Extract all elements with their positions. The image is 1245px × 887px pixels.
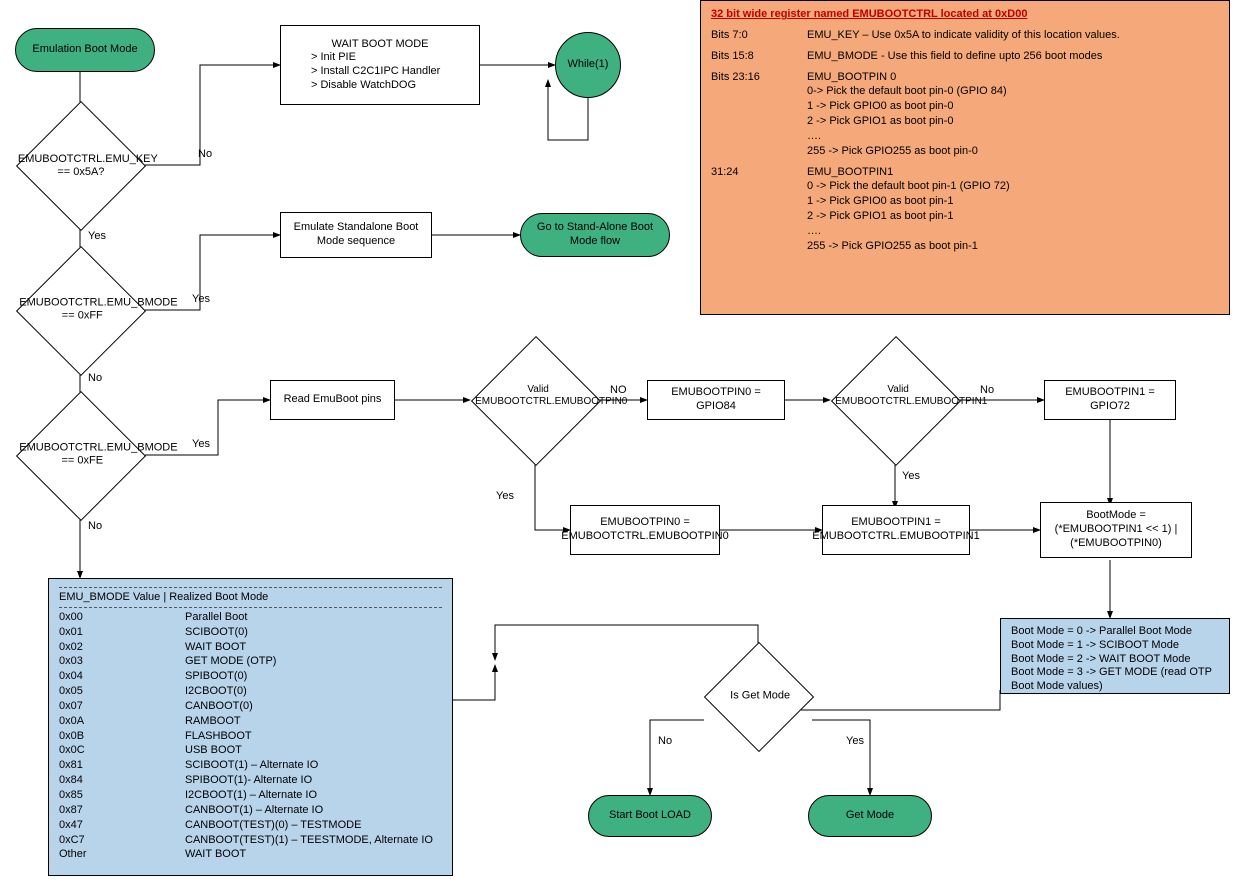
bmode-table-header: EMU_BMODE Value | Realized Boot Mode	[59, 590, 442, 605]
get-mode-label: Get Mode	[846, 809, 894, 823]
decision-valid-pin0-label: Valid EMUBOOTCTRL.EMUBOOTPIN0	[475, 384, 601, 408]
read-pins-label: Read EmuBoot pins	[284, 393, 382, 407]
edge-label-yes-5: Yes	[902, 470, 920, 482]
pin1-gpio72-label: EMUBOOTPIN1 = GPIO72	[1049, 386, 1171, 414]
decision-valid-pin0: Valid EMUBOOTCTRL.EMUBOOTPIN0	[471, 336, 601, 466]
terminator-get-mode: Get Mode	[808, 795, 932, 837]
terminator-goto-standalone: Go to Stand-Alone Boot Mode flow	[520, 213, 670, 257]
terminator-start-boot-load: Start Boot LOAD	[588, 795, 712, 837]
start-terminator: Emulation Boot Mode	[15, 28, 155, 72]
pin0-ctrl-label: EMUBOOTPIN0 = EMUBOOTCTRL.EMUBOOTPIN0	[561, 516, 728, 544]
decision-emu-key: EMUBOOTCTRL.EMU_KEY == 0x5A?	[16, 101, 146, 231]
while-label: While(1)	[568, 58, 609, 72]
wait-boot-l3: > Disable WatchDOG	[285, 79, 416, 93]
process-pin1-gpio72: EMUBOOTPIN1 = GPIO72	[1044, 380, 1176, 420]
flowchart-canvas: Emulation Boot Mode EMUBOOTCTRL.EMU_KEY …	[0, 0, 1245, 887]
process-pin0-gpio84: EMUBOOTPIN0 = GPIO84	[647, 380, 785, 420]
while-loop: While(1)	[555, 32, 621, 98]
pin0-gpio84-label: EMUBOOTPIN0 = GPIO84	[652, 386, 780, 414]
process-bootmode-calc: BootMode = (*EMUBOOTPIN1 << 1) | (*EMUBO…	[1040, 502, 1192, 558]
legend-bootmode: Boot Mode = 0 -> Parallel Boot Mode Boot…	[1000, 618, 1230, 694]
decision-bmode-fe-label: EMUBOOTCTRL.EMU_BMODE == 0xFE	[19, 442, 145, 468]
goto-standalone-label: Go to Stand-Alone Boot Mode flow	[525, 221, 665, 249]
decision-bmode-fe: EMUBOOTCTRL.EMU_BMODE == 0xFE	[16, 391, 146, 521]
process-read-pins: Read EmuBoot pins	[270, 380, 395, 420]
process-pin0-ctrl: EMUBOOTPIN0 = EMUBOOTCTRL.EMUBOOTPIN0	[570, 505, 720, 555]
edge-label-no-5: No	[980, 384, 994, 396]
decision-valid-pin1: Valid EMUBOOTCTRL.EMUBOOTPIN1	[831, 336, 961, 466]
legend-register-title: 32 bit wide register named EMUBOOTCTRL l…	[711, 7, 1219, 22]
edge-label-no-2: No	[88, 372, 102, 384]
bmode-table-body: 0x00Parallel Boot0x01SCIBOOT(0)0x02WAIT …	[59, 610, 442, 862]
decision-is-get-label: Is Get Mode	[707, 690, 813, 703]
process-wait-boot: WAIT BOOT MODE > Init PIE > Install C2C1…	[280, 25, 480, 105]
decision-is-get-mode: Is Get Mode	[704, 642, 814, 752]
process-emulate-standalone: Emulate Standalone Boot Mode sequence	[280, 212, 432, 258]
edge-label-no-1: No	[198, 148, 212, 160]
decision-bmode-ff: EMUBOOTCTRL.EMU_BMODE == 0xFF	[16, 246, 146, 376]
decision-emu-key-label: EMUBOOTCTRL.EMU_KEY == 0x5A?	[18, 153, 144, 179]
decision-bmode-ff-label: EMUBOOTCTRL.EMU_BMODE == 0xFF	[19, 297, 145, 323]
wait-boot-l2: > Install C2C1IPC Handler	[285, 65, 440, 79]
start-boot-load-label: Start Boot LOAD	[609, 809, 691, 823]
edge-label-yes-1: Yes	[88, 230, 106, 242]
edge-label-yes-2: Yes	[192, 293, 210, 305]
edge-label-yes-6: Yes	[846, 735, 864, 747]
emulate-standalone-label: Emulate Standalone Boot Mode sequence	[285, 221, 427, 249]
edge-label-yes-3: Yes	[192, 438, 210, 450]
decision-valid-pin1-label: Valid EMUBOOTCTRL.EMUBOOTPIN1	[835, 384, 961, 408]
edge-label-no-4: NO	[610, 384, 627, 396]
edge-label-no-6: No	[658, 735, 672, 747]
wait-boot-l1: > Init PIE	[285, 51, 356, 65]
edge-label-no-3: No	[88, 520, 102, 532]
process-pin1-ctrl: EMUBOOTPIN1 = EMUBOOTCTRL.EMUBOOTPIN1	[822, 505, 970, 555]
legend-bmode-table: EMU_BMODE Value | Realized Boot Mode 0x0…	[48, 578, 453, 876]
legend-register: 32 bit wide register named EMUBOOTCTRL l…	[700, 0, 1230, 315]
start-label: Emulation Boot Mode	[32, 43, 137, 57]
edge-label-yes-4: Yes	[496, 490, 514, 502]
pin1-ctrl-label: EMUBOOTPIN1 = EMUBOOTCTRL.EMUBOOTPIN1	[812, 516, 979, 544]
wait-boot-title: WAIT BOOT MODE	[332, 38, 429, 52]
bootmode-calc-label: BootMode = (*EMUBOOTPIN1 << 1) | (*EMUBO…	[1045, 509, 1187, 550]
